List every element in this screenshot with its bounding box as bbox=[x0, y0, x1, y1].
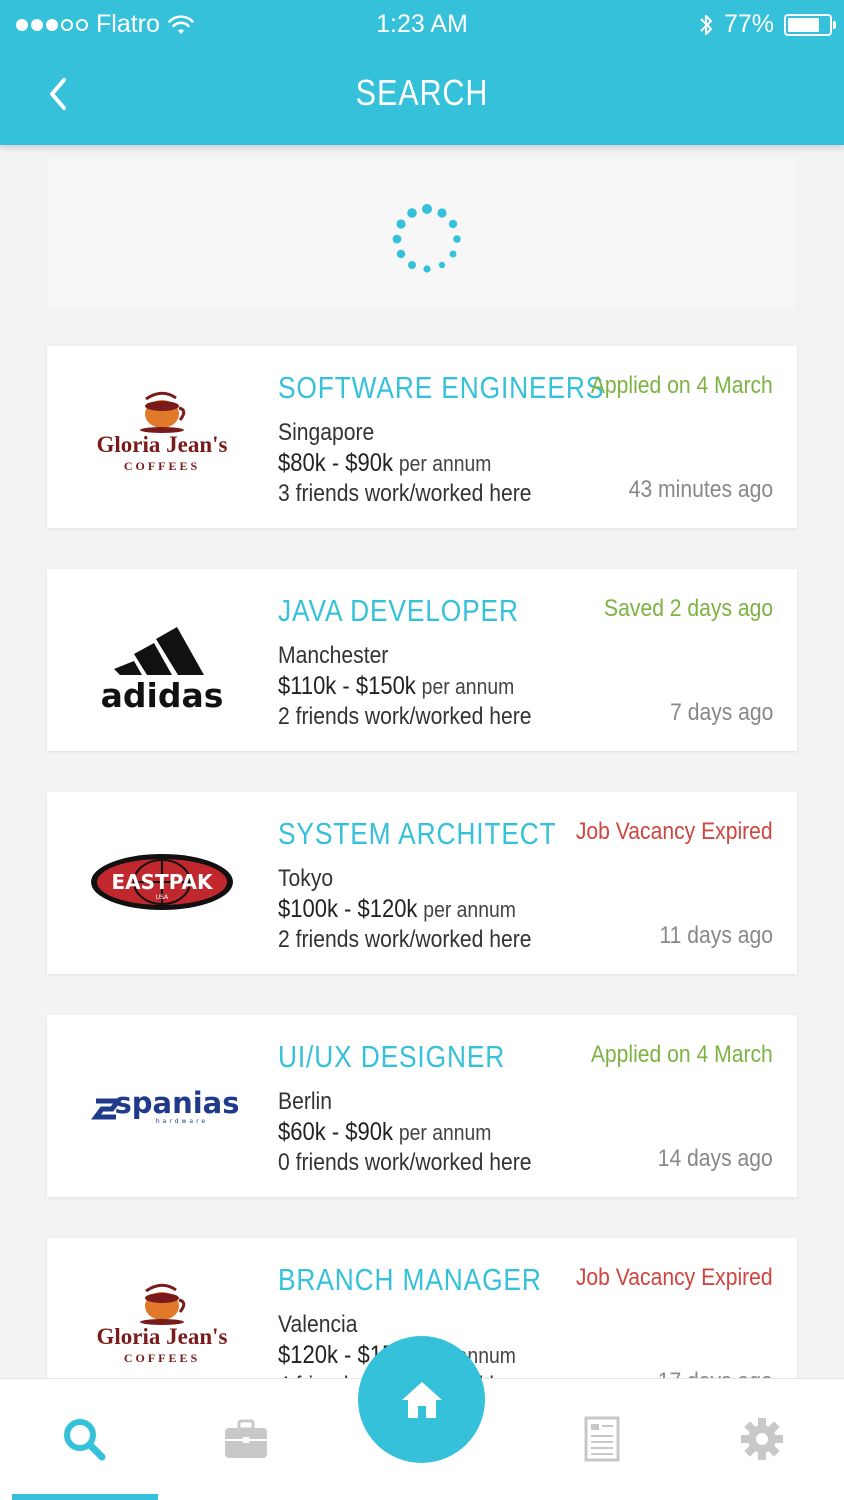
gear-icon bbox=[741, 1418, 783, 1460]
document-icon bbox=[584, 1416, 620, 1462]
gloria-logo-subtext: COFFEES bbox=[124, 1351, 200, 1365]
job-title[interactable]: UI/UX DESIGNER bbox=[278, 1039, 505, 1075]
job-time: 14 days ago bbox=[657, 1145, 773, 1172]
job-salary: $110k - $150k per annum bbox=[278, 672, 515, 700]
battery-percent: 77% bbox=[723, 10, 774, 38]
job-card[interactable]: spanias hardware UI/UX DESIGNER Applied … bbox=[47, 1015, 797, 1197]
battery-icon bbox=[784, 13, 836, 36]
home-icon bbox=[401, 1381, 442, 1418]
job-title[interactable]: JAVA DEVELOPER bbox=[278, 593, 519, 629]
gloria-logo-text: Gloria Jean's bbox=[97, 432, 228, 457]
loading-spinner-icon bbox=[392, 204, 461, 273]
job-time: 11 days ago bbox=[659, 922, 773, 949]
page-title: SEARCH bbox=[355, 72, 489, 113]
adidas-logo-text: adidas bbox=[101, 676, 224, 709]
job-status: Job Vacancy Expired bbox=[576, 1264, 773, 1291]
job-info: Manchester $110k - $150k per annum 2 fri… bbox=[278, 641, 532, 732]
job-title[interactable]: SOFTWARE ENGINEERS bbox=[278, 370, 604, 406]
job-friends: 0 friends work/worked here bbox=[278, 1149, 532, 1176]
job-time: 43 minutes ago bbox=[628, 476, 773, 503]
job-info: Singapore $80k - $90k per annum 3 friend… bbox=[278, 418, 532, 509]
nav-documents[interactable] bbox=[578, 1415, 626, 1463]
status-bar: Flatro 1:23 AM 77% bbox=[0, 0, 844, 50]
gloria-jeans-logo: Gloria Jean's COFFEES bbox=[67, 376, 257, 496]
job-friends: 2 friends work/worked here bbox=[278, 703, 532, 730]
gloria-jeans-logo: Gloria Jean's COFFEES bbox=[67, 1268, 257, 1388]
job-info: Berlin $60k - $90k per annum 0 friends w… bbox=[278, 1087, 532, 1178]
nav-jobs[interactable] bbox=[222, 1415, 270, 1463]
gloria-logo-subtext: COFFEES bbox=[124, 459, 200, 473]
job-friends: 2 friends work/worked here bbox=[278, 926, 532, 953]
spanias-logo-text: spanias bbox=[114, 1086, 239, 1120]
app-header: Flatro 1:23 AM 77% SEARCH bbox=[0, 0, 844, 145]
eastpak-logo: EASTPAK USA bbox=[67, 822, 257, 942]
job-title[interactable]: BRANCH MANAGER bbox=[278, 1262, 542, 1298]
job-title[interactable]: SYSTEM ARCHITECT bbox=[278, 816, 557, 852]
gloria-logo-text: Gloria Jean's bbox=[97, 1324, 228, 1349]
job-salary: $100k - $120k per annum bbox=[278, 895, 516, 923]
job-location: Singapore bbox=[278, 419, 375, 446]
job-friends: 3 friends work/worked here bbox=[278, 480, 532, 507]
spanias-logo: spanias hardware bbox=[67, 1045, 257, 1165]
job-salary: $60k - $90k per annum bbox=[278, 1118, 492, 1146]
job-location: Manchester bbox=[278, 642, 389, 669]
job-time: 7 days ago bbox=[669, 699, 773, 726]
job-card[interactable]: adidas JAVA DEVELOPER Saved 2 days ago M… bbox=[47, 569, 797, 751]
job-card[interactable]: EASTPAK USA SYSTEM ARCHITECT Job Vacancy… bbox=[47, 792, 797, 974]
nav-settings[interactable] bbox=[738, 1415, 786, 1463]
job-status: Saved 2 days ago bbox=[603, 595, 773, 622]
home-button[interactable] bbox=[358, 1336, 485, 1463]
job-location: Valencia bbox=[278, 1311, 358, 1338]
nav-search[interactable] bbox=[60, 1415, 108, 1463]
job-status: Applied on 4 March bbox=[591, 372, 773, 399]
bluetooth-icon bbox=[700, 14, 712, 35]
search-icon bbox=[64, 1419, 106, 1461]
job-status: Job Vacancy Expired bbox=[576, 818, 773, 845]
job-info: Tokyo $100k - $120k per annum 2 friends … bbox=[278, 864, 532, 955]
job-card[interactable]: Gloria Jean's COFFEES SOFTWARE ENGINEERS… bbox=[47, 346, 797, 528]
nav-active-indicator bbox=[12, 1494, 158, 1500]
job-status: Applied on 4 March bbox=[591, 1041, 773, 1068]
job-location: Berlin bbox=[278, 1088, 332, 1115]
job-salary: $80k - $90k per annum bbox=[278, 449, 492, 477]
briefcase-icon bbox=[225, 1419, 267, 1458]
eastpak-logo-text: EASTPAK bbox=[112, 870, 214, 894]
job-location: Tokyo bbox=[278, 865, 334, 892]
spanias-logo-subtext: hardware bbox=[156, 1118, 208, 1125]
eastpak-logo-subtext: USA bbox=[156, 894, 169, 901]
adidas-logo: adidas bbox=[67, 599, 257, 719]
status-right: 77% bbox=[698, 10, 836, 39]
